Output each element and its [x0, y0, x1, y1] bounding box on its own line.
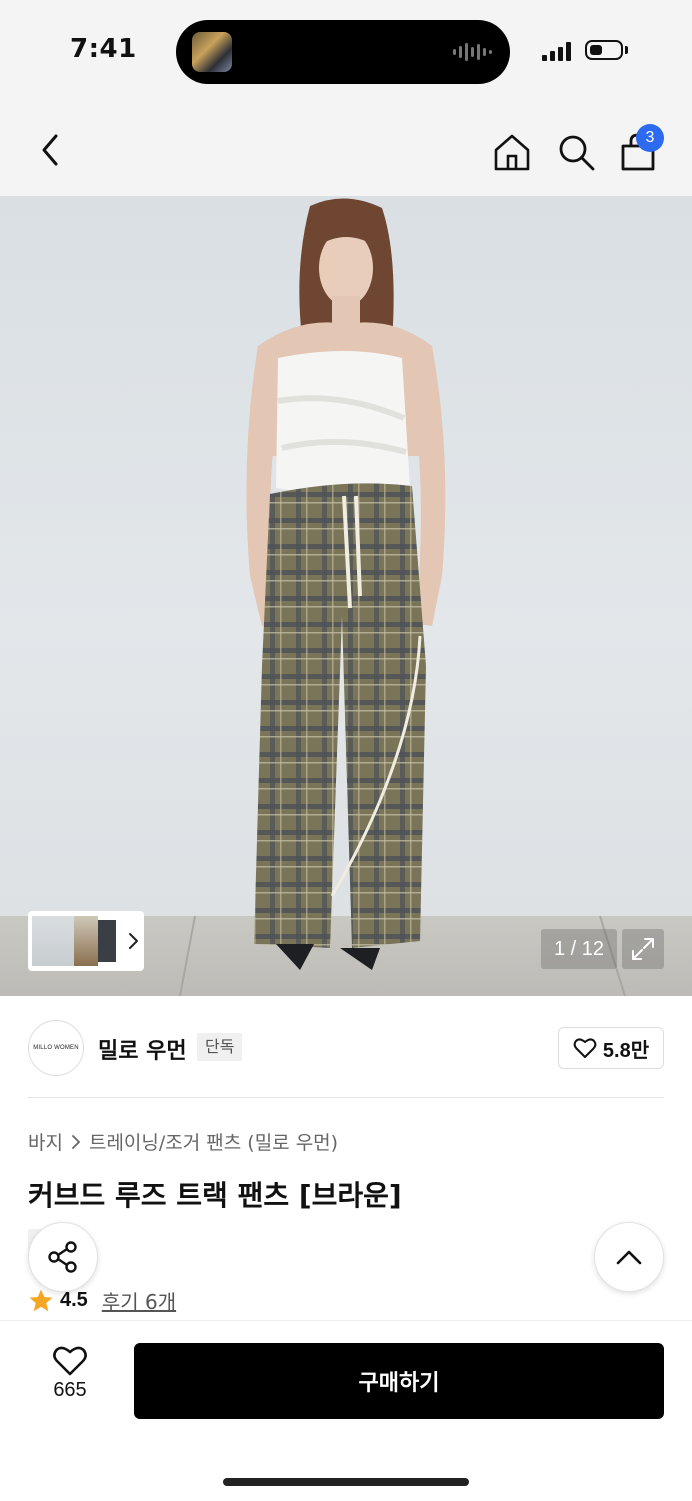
- battery-icon: [585, 40, 623, 60]
- audio-wave-icon: [453, 42, 492, 62]
- brand-logo[interactable]: MILLO WOMEN: [28, 1020, 84, 1076]
- status-time: 7:41: [70, 34, 137, 64]
- search-icon: [559, 135, 595, 171]
- like-button[interactable]: 665: [36, 1345, 104, 1415]
- product-image-gallery[interactable]: 1 / 12: [0, 196, 692, 996]
- product-photo: [179, 198, 626, 996]
- breadcrumb-item[interactable]: 트레이닝/조거 팬츠 (밀로 우먼): [89, 1128, 338, 1155]
- top-nav-bar: [0, 100, 692, 196]
- home-indicator[interactable]: [223, 1478, 469, 1486]
- buy-button[interactable]: 구매하기: [134, 1343, 664, 1419]
- home-icon: [494, 134, 530, 171]
- rating-value: 4.5: [60, 1289, 88, 1311]
- status-bar: 7:41: [0, 0, 692, 100]
- breadcrumb: 바지 트레이닝/조거 팬츠 (밀로 우먼): [28, 1128, 338, 1155]
- brand-name[interactable]: 밀로 우먼: [98, 1033, 187, 1065]
- cart-count-badge: 3: [636, 124, 664, 152]
- breadcrumb-item[interactable]: 바지: [28, 1128, 63, 1155]
- heart-icon: [573, 1038, 597, 1058]
- star-icon: [29, 1289, 53, 1311]
- back-button[interactable]: [30, 130, 70, 170]
- reviews-link[interactable]: 후기 6개: [102, 1286, 176, 1315]
- product-title: 커브드 루즈 트랙 팬츠 [브라운]: [28, 1179, 402, 1212]
- expand-icon: [632, 938, 654, 960]
- chevron-right-icon: [72, 1134, 81, 1149]
- brand-like-count: 5.8만: [602, 1039, 650, 1062]
- brand-like-button[interactable]: 5.8만: [558, 1027, 664, 1069]
- heart-icon: [53, 1346, 87, 1376]
- dynamic-island[interactable]: [176, 20, 510, 84]
- chevron-up-icon: [616, 1250, 642, 1265]
- share-icon: [48, 1241, 77, 1273]
- brand-exclusive-tag: 단독: [197, 1033, 243, 1061]
- rating-row: 4.5 후기 6개: [28, 1286, 176, 1315]
- divider: [28, 1097, 664, 1098]
- now-playing-artwork: [192, 32, 232, 72]
- like-count: 665: [53, 1379, 87, 1401]
- thumbnail-image: [74, 916, 98, 966]
- scroll-to-top-button[interactable]: [594, 1222, 664, 1292]
- search-button[interactable]: [554, 130, 598, 174]
- image-page-indicator: 1 / 12: [541, 929, 617, 969]
- share-button[interactable]: [28, 1222, 98, 1292]
- thumbnail-image: [32, 916, 74, 966]
- thumbnail-strip[interactable]: [28, 911, 144, 971]
- chevron-left-icon: [42, 134, 58, 166]
- home-button[interactable]: [490, 130, 534, 174]
- brand-row: MILLO WOMEN 밀로 우먼 단독 5.8만: [0, 1000, 692, 1096]
- chevron-right-icon: [129, 933, 138, 949]
- expand-button[interactable]: [622, 929, 664, 969]
- signal-icon: [542, 41, 571, 61]
- thumbnail-image: [98, 920, 116, 962]
- bottom-action-bar: 665 구매하기: [0, 1320, 692, 1501]
